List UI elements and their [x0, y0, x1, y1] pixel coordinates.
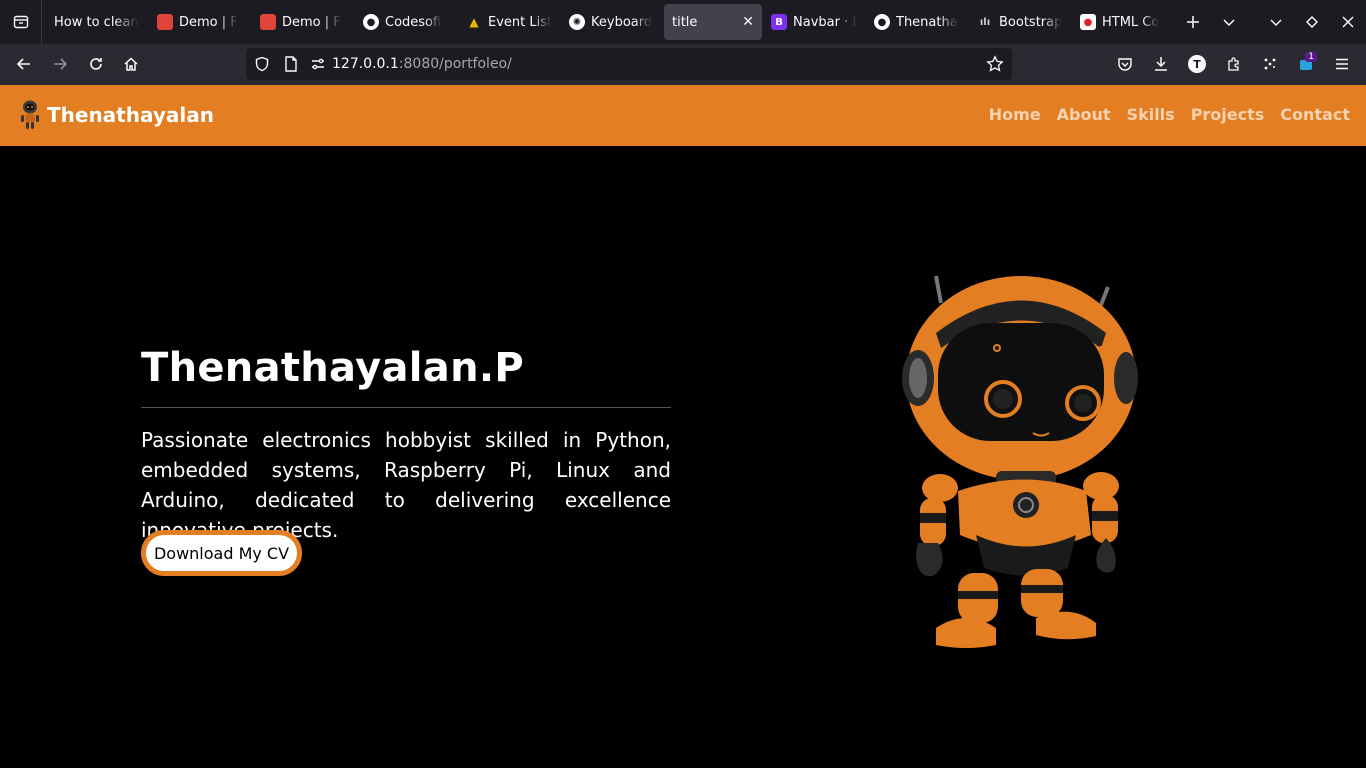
browser-toolbar: 127.0.0.1:8080/portfoleo/ T 1 [0, 44, 1366, 85]
back-button[interactable] [6, 46, 42, 82]
shield-icon[interactable] [254, 56, 270, 72]
window-controls [1258, 0, 1366, 44]
forward-button[interactable] [42, 46, 78, 82]
hamburger-menu-icon [1336, 58, 1348, 70]
github-icon: ● [363, 14, 379, 30]
home-icon [124, 57, 138, 71]
new-tab-button[interactable] [1175, 4, 1211, 40]
arrow-right-icon [54, 58, 68, 70]
tab-title: Navbar · B [793, 14, 857, 30]
robot-illustration [902, 275, 1138, 648]
nav-link-projects[interactable]: Projects [1191, 105, 1265, 124]
browser-tab[interactable]: ▲ Event List [458, 4, 560, 40]
permissions-icon[interactable] [310, 56, 326, 72]
browser-tab[interactable]: Demo | F [149, 4, 251, 40]
chevron-down-icon [1270, 19, 1282, 26]
browser-tab[interactable]: ● Thenatha [866, 4, 968, 40]
browser-tab-bar: How to clean Demo | F Demo | F ● Codesof… [0, 0, 1366, 44]
browser-tab[interactable]: B Navbar · B [763, 4, 865, 40]
account-button[interactable]: T [1179, 46, 1215, 82]
tab-manager-icon [13, 15, 28, 29]
browser-tab[interactable]: ılı Bootstrap [969, 4, 1071, 40]
web-page: Thenathayalan Home About Skills Projects… [0, 85, 1366, 768]
bootstrap-icon: B [771, 14, 787, 30]
tab-manager-button[interactable] [0, 0, 42, 44]
tab-title: Codesoft [385, 14, 443, 30]
download-cv-button[interactable]: Download My CV [141, 530, 302, 576]
reload-icon [90, 58, 102, 70]
red-circle-icon: ● [1080, 14, 1096, 30]
extension-badge: 1 [1305, 52, 1317, 62]
close-tab-icon[interactable]: ✕ [742, 14, 754, 30]
pocket-icon [1118, 58, 1132, 71]
close-icon [1342, 16, 1354, 28]
minimize-button[interactable] [1258, 4, 1294, 40]
brand-link[interactable]: Thenathayalan [18, 99, 214, 131]
tab-title: Keyboard [591, 14, 653, 30]
app-menu-button[interactable] [1324, 46, 1360, 82]
tab-title: Event List [488, 14, 552, 30]
hero-description: Passionate electronics hobbyist skilled … [141, 428, 671, 542]
arrow-left-icon [16, 58, 30, 70]
browser-tab[interactable]: ● Codesoft [355, 4, 457, 40]
reload-button[interactable] [78, 46, 114, 82]
browser-tab[interactable]: How to clean [46, 4, 148, 40]
download-icon [1155, 57, 1167, 71]
browser-tab[interactable]: ✺ Keyboard [561, 4, 663, 40]
url-text[interactable]: 127.0.0.1:8080/portfoleo/ [332, 56, 512, 72]
hero-divider [141, 407, 671, 408]
brand-name: Thenathayalan [47, 103, 214, 127]
home-button[interactable] [113, 46, 149, 82]
close-window-button[interactable] [1330, 4, 1366, 40]
tab-favicon-icon [157, 14, 173, 30]
browser-tab[interactable]: Demo | F [252, 4, 354, 40]
address-bar[interactable]: 127.0.0.1:8080/portfoleo/ [246, 48, 1012, 80]
browser-tab-active[interactable]: title ✕ [664, 4, 762, 40]
browser-tab[interactable]: ● HTML Co [1072, 4, 1174, 40]
diamond-icon [1306, 16, 1318, 28]
tab-title: HTML Co [1102, 14, 1160, 30]
tab-overflow-button[interactable] [1211, 4, 1247, 40]
sparkle-extension-button[interactable] [1252, 46, 1288, 82]
nav-link-about[interactable]: About [1057, 105, 1111, 124]
plus-icon [1187, 16, 1199, 28]
page-icon[interactable] [284, 56, 298, 72]
account-avatar: T [1188, 55, 1206, 73]
tab-favicon-icon [260, 14, 276, 30]
tab-title: title [672, 14, 698, 30]
tab-strip: How to clean Demo | F Demo | F ● Codesof… [42, 0, 1247, 44]
tab-title: Bootstrap [999, 14, 1063, 30]
tab-title: Thenatha [896, 14, 958, 30]
extensions-button[interactable] [1216, 46, 1252, 82]
chevron-down-icon [1223, 19, 1235, 27]
url-host: 127.0.0.1 [332, 56, 399, 72]
tab-title: Demo | F [282, 14, 341, 30]
notification-extension-button[interactable]: 1 [1288, 46, 1324, 82]
wave-icon: ılı [979, 16, 991, 28]
nav-link-home[interactable]: Home [989, 105, 1041, 124]
site-navbar: Thenathayalan Home About Skills Projects… [0, 85, 1366, 146]
nav-link-contact[interactable]: Contact [1280, 105, 1350, 124]
maximize-button[interactable] [1294, 4, 1330, 40]
hero-name: Thenathayalan.P [141, 345, 524, 391]
tab-title: Demo | F [179, 14, 238, 30]
openai-icon: ✺ [569, 14, 585, 30]
pocket-button[interactable] [1107, 46, 1143, 82]
robot-logo-icon [21, 100, 39, 129]
puzzle-icon [1228, 57, 1239, 71]
url-path: :8080/portfoleo/ [398, 56, 512, 72]
github-icon: ● [874, 14, 890, 30]
site-nav-links: Home About Skills Projects Contact [973, 105, 1350, 124]
sparkle-icon [1264, 58, 1276, 70]
bookmark-star-icon[interactable] [986, 55, 1004, 73]
downloads-button[interactable] [1143, 46, 1179, 82]
crown-icon: ▲ [469, 15, 479, 29]
nav-link-skills[interactable]: Skills [1127, 105, 1175, 124]
tab-title: How to clean [54, 14, 139, 30]
